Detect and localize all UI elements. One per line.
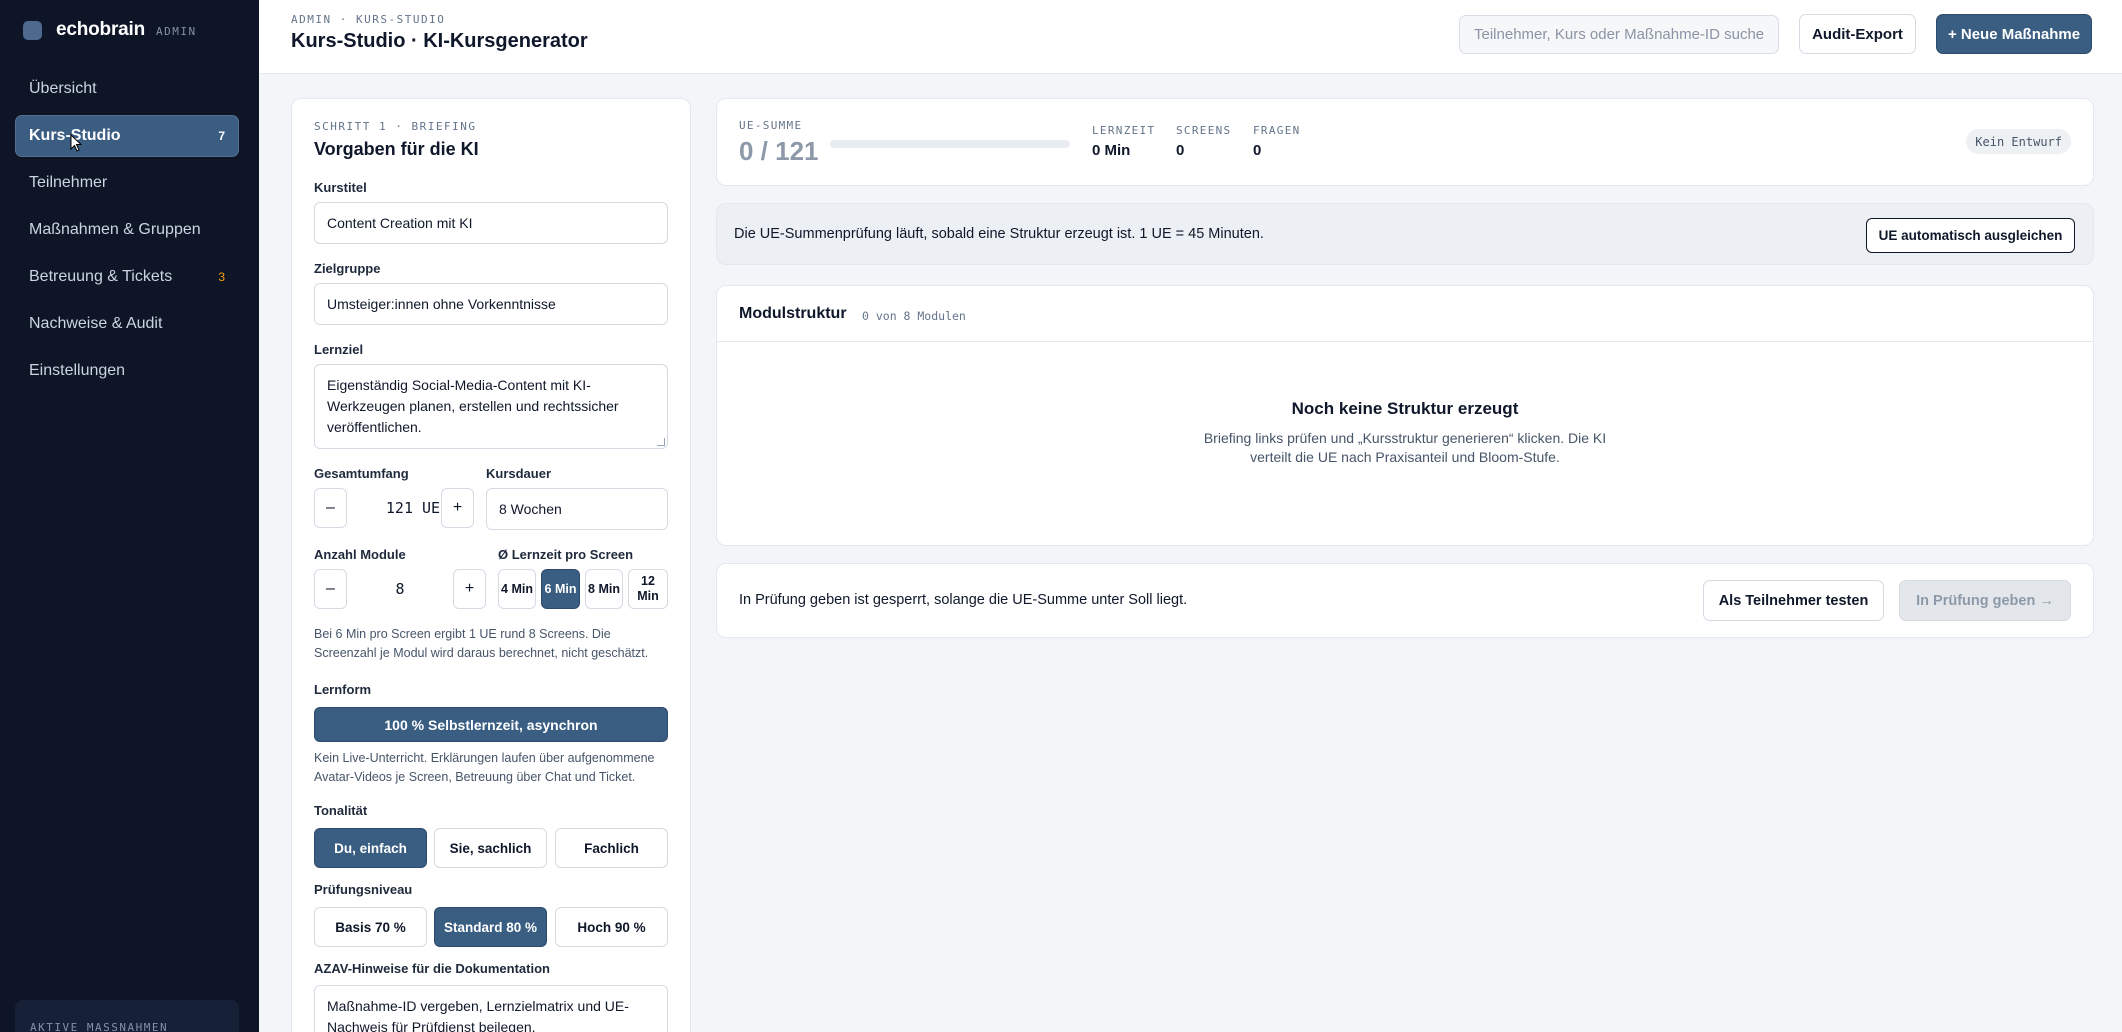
module-count: 0 von 8 Modulen	[862, 309, 966, 323]
empty-state-line-2: verteilt die UE nach Praxisanteil und Bl…	[1250, 449, 1560, 465]
ue-auto-balance-button[interactable]: UE automatisch ausgleichen	[1866, 218, 2075, 253]
screen-time-option-label: 6 Min	[544, 581, 577, 596]
mouse-pointer-icon	[70, 134, 82, 152]
modules-decrement-button[interactable]: –	[314, 569, 347, 609]
screen-time-option-4[interactable]: 4 Min	[498, 569, 536, 609]
fragen-value: 0	[1253, 142, 1262, 159]
empty-state-line-1: Briefing links prüfen und „Kursstruktur …	[1203, 430, 1607, 446]
screen-time-option-label: 4 Min	[501, 581, 533, 596]
submit-for-review-button[interactable]: In Prüfung geben →	[1899, 580, 2071, 621]
brand-logo-icon	[23, 20, 42, 40]
submission-lock-text: In Prüfung geben ist gesperrt, solange d…	[739, 592, 1188, 608]
ue-notice-text: Die UE-Summenprüfung läuft, sobald eine …	[734, 226, 1264, 242]
module-structure-card: Modulstruktur 0 von 8 Modulen Noch keine…	[716, 285, 2094, 546]
modules-label: Anzahl Module	[314, 547, 406, 562]
tone-option-du[interactable]: Du, einfach	[314, 828, 427, 868]
sidebar-item-label: Betreuung & Tickets	[29, 268, 173, 285]
active-measures-label: AKTIVE MASSNAHMEN	[30, 1021, 169, 1032]
sidebar-item-massnahmen[interactable]: Maßnahmen & Gruppen	[15, 209, 239, 251]
active-measures-panel: AKTIVE MASSNAHMEN	[15, 1000, 239, 1032]
learnform-label: Lernform	[314, 682, 372, 697]
screen-time-label: Ø Lernzeit pro Screen	[498, 547, 634, 562]
ue-notice: Die UE-Summenprüfung läuft, sobald eine …	[716, 203, 2094, 265]
screen-time-option-label: 12	[641, 574, 655, 588]
scope-decrement-button[interactable]: –	[314, 488, 347, 528]
breadcrumb: ADMIN · KURS-STUDIO	[291, 13, 446, 26]
fragen-kicker: FRAGEN	[1253, 124, 1301, 137]
screen-time-option-12[interactable]: 12 Min	[628, 569, 668, 609]
topbar: ADMIN · KURS-STUDIO Kurs-Studio · KI-Kur…	[259, 0, 2122, 74]
sidebar-item-count: 3	[218, 270, 225, 284]
sidebar-item-count: 7	[218, 129, 225, 143]
duration-label: Kursdauer	[486, 466, 552, 481]
sidebar-item-label: Maßnahmen & Gruppen	[29, 221, 201, 238]
draft-status-badge: Kein Entwurf	[1966, 129, 2071, 154]
tone-option-fachlich[interactable]: Fachlich	[555, 828, 668, 868]
sidebar-item-label: Einstellungen	[29, 362, 126, 379]
sidebar-item-uebersicht[interactable]: Übersicht	[15, 68, 239, 110]
summary-card: UE-SUMME 0 / 121 LERNZEIT 0 Min SCREENS …	[716, 98, 2094, 186]
sidebar-item-kurs-studio[interactable]: Kurs-Studio 7	[15, 115, 239, 157]
screens-value: 0	[1176, 142, 1185, 159]
ue-sum-kicker: UE-SUMME	[739, 119, 803, 132]
test-as-participant-button[interactable]: Als Teilnehmer testen	[1703, 580, 1884, 621]
exam-option-basis[interactable]: Basis 70 %	[314, 907, 427, 947]
module-structure-title: Modulstruktur	[739, 305, 847, 322]
exam-option-hoch[interactable]: Hoch 90 %	[555, 907, 668, 947]
ue-sum-value: 0 / 121	[739, 136, 819, 166]
azav-label: AZAV-Hinweise für die Dokumentation	[314, 961, 550, 976]
sidebar-item-nachweise[interactable]: Nachweise & Audit	[15, 303, 239, 345]
sidebar-item-label: Übersicht	[29, 80, 97, 97]
submission-card: In Prüfung geben ist gesperrt, solange d…	[716, 563, 2094, 638]
sidebar-item-einstellungen[interactable]: Einstellungen	[15, 350, 239, 392]
exam-option-standard[interactable]: Standard 80 %	[434, 907, 547, 947]
scope-increment-button[interactable]: +	[441, 488, 474, 528]
resize-grip-icon[interactable]	[657, 438, 665, 446]
learnform-option[interactable]: 100 % Selbstlernzeit, asynchron	[314, 707, 668, 742]
screen-hint: Bei 6 Min pro Screen ergibt 1 UE rund 8 …	[314, 627, 649, 660]
empty-state-title: Noch keine Struktur erzeugt	[1291, 399, 1519, 418]
tone-label: Tonalität	[314, 803, 368, 818]
sidebar-item-label: Teilnehmer	[29, 174, 108, 191]
duration-field[interactable]: 8 Wochen	[486, 488, 668, 530]
audience-label: Zielgruppe	[314, 261, 381, 276]
lernzeit-value: 0 Min	[1092, 142, 1131, 159]
audit-export-button[interactable]: Audit-Export	[1799, 14, 1916, 54]
goal-textarea[interactable]: Eigenständig Social-Media-Content mit KI…	[314, 364, 668, 449]
tone-option-sie[interactable]: Sie, sachlich	[434, 828, 547, 868]
screen-time-option-unit: Min	[637, 589, 659, 603]
screens-kicker: SCREENS	[1176, 124, 1232, 137]
briefing-panel: SCHRITT 1 · BRIEFING Vorgaben für die KI…	[291, 98, 691, 1032]
briefing-title: Vorgaben für die KI	[314, 139, 479, 159]
modules-increment-button[interactable]: +	[453, 569, 486, 609]
screen-time-option-label: 8 Min	[588, 581, 620, 596]
sidebar-item-label: Nachweise & Audit	[29, 315, 163, 332]
goal-label: Lernziel	[314, 342, 364, 357]
sidebar-item-betreuung[interactable]: Betreuung & Tickets 3	[15, 256, 239, 298]
exam-label: Prüfungsniveau	[314, 882, 413, 897]
new-measure-button[interactable]: + Neue Maßnahme	[1936, 14, 2092, 54]
ue-progress-bar	[830, 140, 1070, 148]
audience-field[interactable]: Umsteiger:innen ohne Vorkenntnisse	[314, 283, 668, 325]
modules-value[interactable]: 8	[347, 580, 453, 598]
sidebar-nav: Übersicht Kurs-Studio 7 Teilnehmer Maßna…	[15, 68, 239, 397]
lernzeit-kicker: LERNZEIT	[1092, 124, 1156, 137]
course-title-label: Kurstitel	[314, 180, 367, 195]
sidebar-item-teilnehmer[interactable]: Teilnehmer	[15, 162, 239, 204]
goal-text: Eigenständig Social-Media-Content mit KI…	[327, 377, 619, 435]
brand-tag: ADMIN	[156, 25, 197, 38]
scope-label: Gesamtumfang	[314, 466, 409, 481]
step-label: SCHRITT 1 · BRIEFING	[314, 120, 477, 133]
screen-time-option-6[interactable]: 6 Min	[541, 569, 580, 609]
azav-textarea[interactable]: Maßnahme-ID vergeben, Lernzielmatrix und…	[314, 985, 668, 1032]
learnform-hint: Kein Live-Unterricht. Erklärungen laufen…	[314, 751, 655, 784]
sidebar: echobrain ADMIN Übersicht Kurs-Studio 7 …	[0, 0, 259, 1032]
page-title: Kurs-Studio · KI-Kursgenerator	[291, 30, 588, 52]
divider	[717, 341, 2093, 342]
screen-time-option-8[interactable]: 8 Min	[585, 569, 623, 609]
course-title-field[interactable]: Content Creation mit KI	[314, 202, 668, 244]
brand-name: echobrain	[56, 19, 145, 40]
search-input[interactable]	[1459, 15, 1779, 54]
brand[interactable]: echobrain ADMIN	[23, 19, 197, 41]
